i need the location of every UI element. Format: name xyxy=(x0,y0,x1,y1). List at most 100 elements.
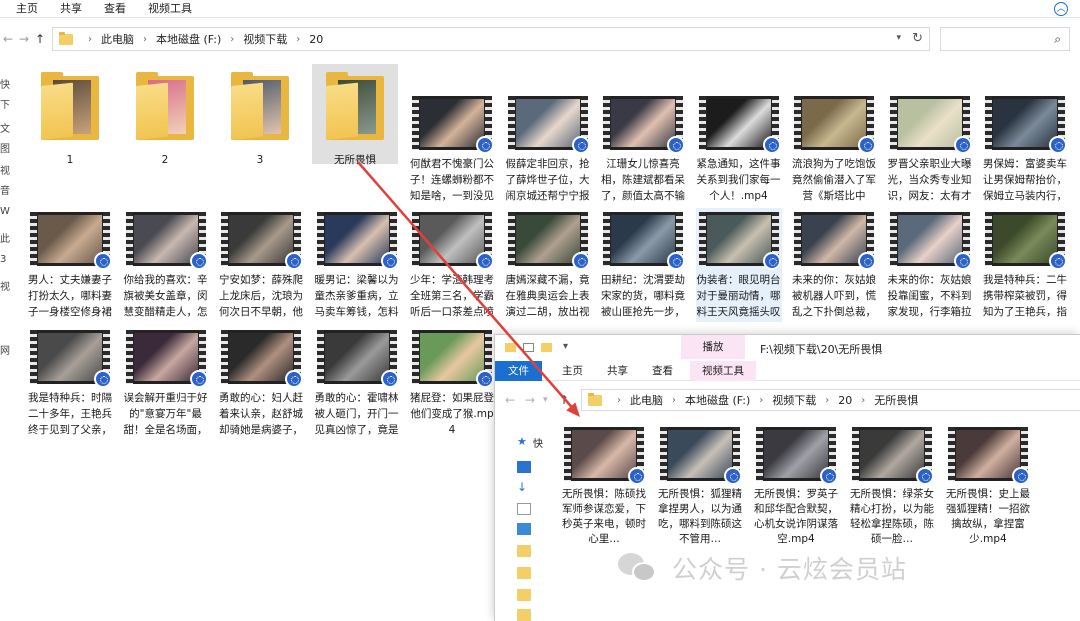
video-thumbnail xyxy=(221,330,303,388)
arrow-up-icon[interactable]: ↑ xyxy=(559,393,569,407)
search-icon[interactable]: ⌕ xyxy=(1054,32,1061,47)
video-file-item[interactable]: 唐嫣深藏不漏，竟在雅典奥运会上表演过二胡，放出视频太青… xyxy=(505,208,591,322)
video-file-item[interactable]: 无所畏惧：绿茶女精心打扮，以为能轻松拿捏陈硕，陈硕一脸… xyxy=(849,427,935,547)
tab-view[interactable]: 查看 xyxy=(640,361,685,381)
folder-icon[interactable] xyxy=(517,589,531,601)
breadcrumb[interactable]: › 此电脑 › 本地磁盘 (F:) › 视频下载 › 20 ▾ ↻ xyxy=(52,27,930,51)
video-file-item[interactable]: 无所畏惧：罗英子和邱华配合默契，心机女说诈阴谋落空.mp4 xyxy=(753,427,839,547)
folder-icon[interactable] xyxy=(517,567,531,579)
tab-home[interactable]: 主页 xyxy=(0,0,49,18)
video-file-item[interactable]: 未来的你：灰姑娘投靠闺蜜，不料到家发现，行李箱拉机场了… xyxy=(887,208,973,322)
video-file-item[interactable]: 暖男记：梁馨以为童杰亲爹重病，立马卖车筹钱，怎料他是… xyxy=(314,208,400,322)
chevron-right-icon: › xyxy=(672,394,676,406)
download-icon[interactable]: ↓ xyxy=(517,481,531,493)
chevron-right-icon: › xyxy=(296,33,301,45)
video-file-item[interactable]: 无所畏惧：陈硕找军师参谋恋爱，下秒英子来电，顿时心里… xyxy=(561,427,647,547)
video-file-item[interactable]: 假薛定非回京，抢了薛烨世子位，大闹京城还帮宁宁报了一… xyxy=(505,92,591,206)
tab-play[interactable]: 播放 xyxy=(681,335,745,359)
video-file-item[interactable]: 未来的你：灰姑娘被机器人吓到，慌乱之下扑倒总裁，场面… xyxy=(791,208,877,322)
nav-item[interactable]: 此 xyxy=(0,230,14,245)
file-name: 无所畏惧：罗英子和邱华配合默契，心机女说诈阴谋落空.mp4 xyxy=(754,488,838,545)
video-file-item[interactable]: 无所畏惧：史上最强狐狸精！一招欲擒故纵，拿捏富少.mp4 xyxy=(945,427,1031,547)
arrow-left-icon[interactable]: ← xyxy=(0,32,16,46)
picture-icon[interactable] xyxy=(517,523,531,535)
video-file-item[interactable]: 勇敢的心：霍啸林被人砸门，开门一见真凶惊了，竟是仇人… xyxy=(314,326,400,440)
nav-item[interactable]: 快 xyxy=(0,76,14,91)
crumb-video-download[interactable]: 视频下载 xyxy=(772,392,816,408)
nav-item[interactable]: 网 xyxy=(0,342,14,357)
nav-item[interactable]: 音 xyxy=(0,182,14,197)
nav-item[interactable]: 图 xyxy=(0,140,14,155)
crumb-20[interactable]: 20 xyxy=(838,394,852,407)
crumb-this-pc[interactable]: 此电脑 xyxy=(101,31,134,47)
arrow-right-icon[interactable]: → xyxy=(525,393,535,407)
tab-video-tools[interactable]: 视频工具 xyxy=(137,0,203,18)
tab-home[interactable]: 主页 xyxy=(550,361,595,381)
arrow-right-icon[interactable]: → xyxy=(16,32,32,46)
video-file-item[interactable]: 何猷君不愧豪门公子！连螺蛳粉都不知是啥，一到没见过世面… xyxy=(409,92,495,206)
crumb-drive[interactable]: 本地磁盘 (F:) xyxy=(685,392,750,408)
folder-item[interactable]: 1 xyxy=(27,64,113,166)
video-file-item[interactable]: 江珊女儿惊喜亮相，陈建斌都看呆了，颜值太高不输妈妈！｜… xyxy=(600,92,686,206)
folder-item[interactable]: 无所畏惧 xyxy=(312,64,398,166)
chevron-up-icon[interactable]: ︿ xyxy=(1054,2,1068,16)
chevron-down-icon[interactable]: ▾ xyxy=(896,33,901,43)
video-file-item[interactable]: 伪装者：眼见明台对于曼丽动情，哪料王天风竟摇头叹气，… xyxy=(695,208,782,322)
nav-item[interactable]: 视 xyxy=(0,278,14,293)
nav-item[interactable]: W xyxy=(0,206,14,217)
tab-file[interactable]: 文件 xyxy=(495,360,542,381)
navigation-pane: 快下文图视音W此3视网 xyxy=(0,62,14,482)
folder-item[interactable]: 3 xyxy=(217,64,303,166)
video-frame xyxy=(668,430,732,478)
popup-breadcrumb[interactable]: › 此电脑 › 本地磁盘 (F:) › 视频下载 › 20 › 无所畏惧 xyxy=(581,389,1080,411)
film-strip xyxy=(221,212,228,266)
document-icon[interactable] xyxy=(517,503,531,515)
video-file-item[interactable]: 少年：学渣韩理考全班第三名，学霸听后一口茶差点喷出来，… xyxy=(409,208,495,322)
film-strip xyxy=(889,96,897,150)
media-player-icon xyxy=(858,136,876,154)
refresh-icon[interactable]: ↻ xyxy=(912,31,923,46)
tab-share[interactable]: 共享 xyxy=(49,0,93,18)
video-file-item[interactable]: 我是特种兵：时隔二十多年，王艳兵终于见到了父亲，一开口… xyxy=(27,326,113,440)
crumb-drive[interactable]: 本地磁盘 (F:) xyxy=(156,31,221,47)
nav-item[interactable]: 文 xyxy=(0,120,14,135)
properties-icon[interactable] xyxy=(523,343,534,352)
quick-access-dropdown[interactable]: ▾ xyxy=(563,341,568,352)
crumb-wusuoweiju[interactable]: 无所畏惧 xyxy=(874,392,918,408)
tab-share[interactable]: 共享 xyxy=(595,361,640,381)
arrow-up-icon[interactable]: ↑ xyxy=(32,32,48,46)
film-strip xyxy=(125,212,133,266)
desktop-icon[interactable] xyxy=(517,461,531,473)
arrow-left-icon[interactable]: ← xyxy=(505,393,515,407)
search-input[interactable]: ⌕ xyxy=(940,27,1070,51)
folder-icon[interactable] xyxy=(517,545,531,557)
folder-icon[interactable] xyxy=(517,609,531,621)
video-file-item[interactable]: 无所畏惧：狐狸精拿捏男人，以为通吃，哪料到陈硕这不管用… xyxy=(657,427,743,547)
crumb-20[interactable]: 20 xyxy=(309,33,323,46)
video-file-item[interactable]: 你给我的喜欢：辛旗被美女盖章，闵慧变醋精走人，怎料她… xyxy=(123,208,209,322)
video-file-item[interactable]: 猪屁登：如果屁登他们变成了猴.mp4 xyxy=(409,326,495,440)
video-file-item[interactable]: 男保姆：富婆卖车让男保姆帮抬价，保姆立马装内行，好看了… xyxy=(982,92,1068,206)
nav-item[interactable]: 视 xyxy=(0,162,14,177)
new-folder-icon[interactable] xyxy=(541,343,552,352)
video-file-item[interactable]: 罗晋父亲职业大曝光，当众秀专业知识，网友：太有才了！｜… xyxy=(887,92,973,206)
nav-quick-access[interactable]: 快 xyxy=(533,435,543,450)
crumb-video-download[interactable]: 视频下载 xyxy=(243,31,287,47)
chevron-down-icon[interactable]: ▾ xyxy=(543,395,548,405)
tab-view[interactable]: 查看 xyxy=(93,0,137,18)
tab-video-tools[interactable]: 视频工具 xyxy=(690,360,756,381)
video-thumbnail xyxy=(507,96,590,154)
folder-item[interactable]: 2 xyxy=(122,64,208,166)
video-file-item[interactable]: 男人：丈夫嫌妻子打扮太久，哪料妻子一身楼空修身裙下楼，… xyxy=(27,208,113,322)
nav-item[interactable]: 下 xyxy=(0,96,14,111)
video-file-item[interactable]: 宁安如梦：薛殊爬上龙床后，沈琅为何次日不早朝，他才是全… xyxy=(218,208,304,322)
video-file-item[interactable]: 紧急通知，这件事关系到我们家每一个人！.mp4 xyxy=(696,92,782,206)
video-file-item[interactable]: 田耕纪：沈渭要劫宋家的货，哪料竟被山匪抢先一步，都盯上… xyxy=(600,208,686,322)
video-file-item[interactable]: 勇敢的心：妇人赶着来认亲，赵舒城却骑她是病婆子，哪料是… xyxy=(218,326,304,440)
video-file-item[interactable]: 我是特种兵：二牛携带榨菜被罚，得知为了王艳兵，指导员… xyxy=(982,208,1068,322)
file-name: 暖男记：梁馨以为童杰亲爹重病，立马卖车筹钱，怎料他是… xyxy=(314,274,399,318)
video-file-item[interactable]: 流浪狗为了吃饱饭竟然偷偷潜入了军营《斯塔比中士》.mp4 xyxy=(791,92,877,206)
crumb-this-pc[interactable]: 此电脑 xyxy=(630,392,663,408)
video-file-item[interactable]: 误会解开重归于好的"意宴万年"最甜！全是名场面，爱看爱嗑… xyxy=(123,326,209,440)
nav-item[interactable]: 3 xyxy=(0,254,14,265)
